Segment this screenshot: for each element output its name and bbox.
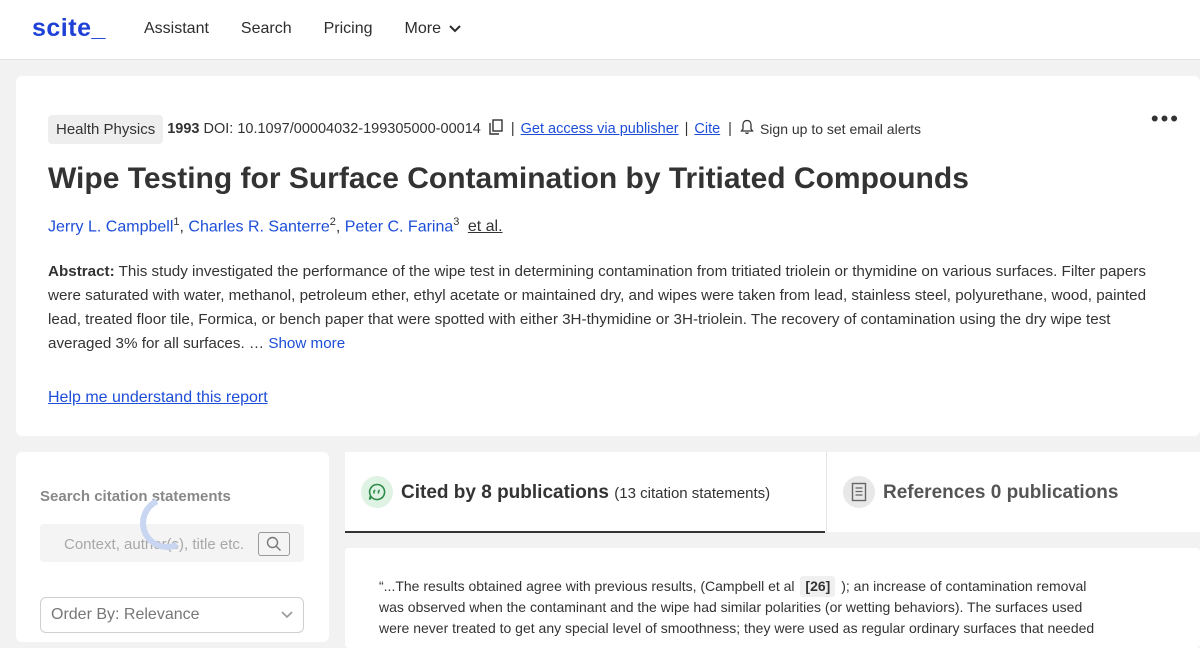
nav-search[interactable]: Search (241, 20, 292, 38)
order-by-value: Order By: Relevance (51, 606, 200, 623)
quote-bubble-icon (361, 476, 393, 508)
search-panel-title: Search citation statements (40, 488, 231, 505)
nav-assistant[interactable]: Assistant (144, 20, 209, 38)
author-link[interactable]: Charles R. Santerre (188, 218, 329, 235)
author-affiliation-number: 1 (173, 216, 180, 228)
tab-cited-label: Cited by 8 publications (13 citation sta… (401, 482, 770, 504)
statement-text-before: “...The results obtained agree with prev… (379, 578, 795, 594)
scite-logo[interactable]: scite_ (32, 14, 106, 43)
paper-title: Wipe Testing for Surface Contamination b… (48, 162, 969, 195)
publication-year: 1993 (167, 121, 200, 137)
paper-card: Health Physics 1993 DOI: 10.1097/0000403… (16, 76, 1200, 436)
author-list: Jerry L. Campbell1, Charles R. Santerre2… (48, 216, 503, 236)
doi-text: DOI: 10.1097/00004032-199305000-00014 (203, 121, 481, 137)
tab-cited-by[interactable]: Cited by 8 publications (13 citation sta… (345, 452, 825, 533)
help-understand-link[interactable]: Help me understand this report (48, 389, 268, 407)
abstract: Abstract: This study investigated the pe… (48, 260, 1168, 356)
citation-tabs: Cited by 8 publications (13 citation sta… (345, 452, 1200, 533)
citation-statements-count: (13 citation statements) (614, 485, 771, 502)
bell-icon[interactable] (740, 119, 754, 139)
chevron-down-icon (281, 598, 293, 632)
email-alerts-link[interactable]: Sign up to set email alerts (760, 121, 921, 137)
references-count: References 0 publications (883, 482, 1119, 503)
paper-meta-row: Health Physics 1993 DOI: 10.1097/0000403… (48, 114, 921, 144)
author-link[interactable]: Peter C. Farina (345, 218, 453, 235)
search-button[interactable] (258, 532, 290, 556)
citation-search-panel: Search citation statements Order By: Rel… (16, 452, 329, 642)
search-icon (266, 536, 281, 551)
tab-references[interactable]: References 0 publications (826, 452, 1200, 532)
author-affiliation-number: 2 (329, 216, 336, 228)
author-affiliation-number: 3 (453, 216, 460, 228)
main-nav: Assistant Search Pricing More (144, 20, 461, 38)
nav-more-label: More (404, 20, 441, 37)
cited-by-count: Cited by 8 publications (401, 482, 609, 503)
abstract-label: Abstract: (48, 263, 115, 280)
journal-badge[interactable]: Health Physics (48, 114, 164, 144)
cite-link[interactable]: Cite (694, 121, 720, 137)
citation-statement-list: “...The results obtained agree with prev… (345, 548, 1200, 648)
nav-more[interactable]: More (405, 20, 461, 38)
more-options-icon[interactable]: ••• (1151, 106, 1180, 132)
separator: | (510, 121, 515, 137)
et-al-link[interactable]: et al. (468, 218, 503, 235)
document-icon (843, 476, 875, 508)
chevron-down-icon (449, 25, 461, 33)
author-link[interactable]: Jerry L. Campbell (48, 218, 173, 235)
show-more-link[interactable]: Show more (268, 335, 345, 352)
separator: | (728, 121, 732, 137)
order-by-select[interactable]: Order By: Relevance (40, 597, 304, 633)
copy-icon[interactable] (489, 119, 503, 139)
nav-pricing[interactable]: Pricing (324, 20, 373, 38)
top-navigation-bar: scite_ Assistant Search Pricing More (0, 0, 1200, 60)
abstract-text: This study investigated the performance … (48, 263, 1147, 352)
get-access-link[interactable]: Get access via publisher (521, 121, 679, 137)
reference-badge[interactable]: [26] (800, 576, 836, 597)
separator: | (684, 121, 689, 137)
